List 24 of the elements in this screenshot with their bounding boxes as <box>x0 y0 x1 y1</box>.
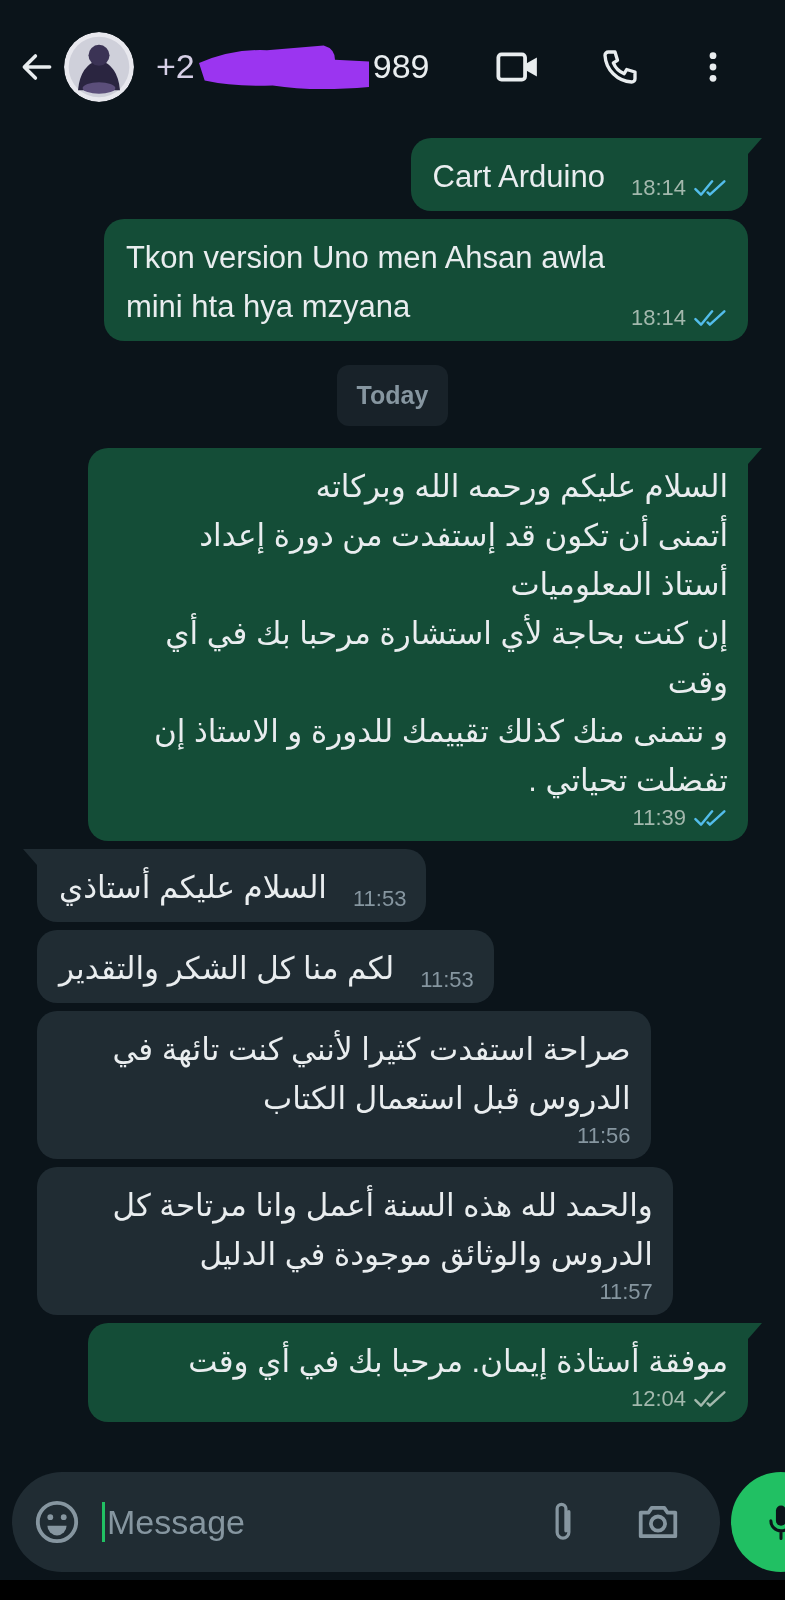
message-time: 11:53 <box>352 886 407 912</box>
message-text: السلام عليكم ورحمه الله وبركاته أتمنى أن تكون قد إستفدت من دورة إعداد أستاذ المعلوميات إن كنت بحاجة لأي استشارة مرحبا بك في أي وقت و نتمنى منك كذلك تقييمك للدورة و الاستاذ إن تفضلت تحياتي . <box>153 468 728 801</box>
message-time: 11:57 <box>599 1279 653 1305</box>
message-time: 18:14 <box>630 175 686 201</box>
message-text: السلام عليكم أستاذي <box>59 863 327 912</box>
message-input-field[interactable]: Message <box>105 1502 550 1542</box>
text-cursor <box>102 1502 105 1542</box>
message-time: 11:39 <box>632 805 686 831</box>
message-time: 11:53 <box>420 967 474 993</box>
emoji-icon[interactable] <box>34 1499 80 1545</box>
contact-name[interactable]: +2 <box>156 47 195 86</box>
video-call-icon[interactable] <box>496 50 540 83</box>
message-text: Cart Arduino <box>432 158 605 196</box>
message-time: 18:14 <box>630 305 686 331</box>
message-time: 12:04 <box>630 1386 686 1412</box>
more-options-icon[interactable] <box>708 49 718 84</box>
message-time: 11:56 <box>577 1123 631 1149</box>
message-text: لكم منا كل الشكر والتقدير <box>59 950 395 989</box>
message-text: والحمد لله هذه السنة أعمل وانا مرتاحة كل الدروس والوثائق موجودة في الدليل <box>112 1181 653 1279</box>
contact-name[interactable]: 989 <box>372 47 430 86</box>
message-bubble[interactable]: Tkon version Uno men Ahsan awla mini hta hya mzyana 18:14 <box>103 219 748 341</box>
message-text: صراحة استفدت كثيرا لأنني كنت تائهة في الدروس قبل استعمال الكتاب <box>112 1029 631 1119</box>
message-text: موفقة أستاذة إيمان. مرحبا بك في أي وقت <box>188 1337 728 1386</box>
message-text: Tkon version Uno men Ahsan awla mini hta hya mzyana <box>125 239 605 326</box>
